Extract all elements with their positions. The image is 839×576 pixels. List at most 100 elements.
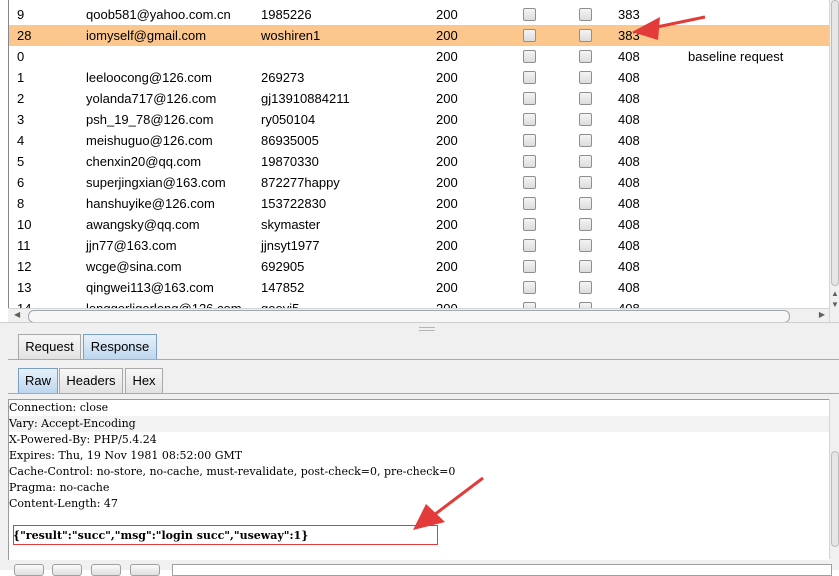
- table-row[interactable]: 11 jjn77@163.com jjnsyt1977 200 408: [9, 235, 830, 256]
- table-row[interactable]: 1 leeloocong@126.com 269273 200 408: [9, 67, 830, 88]
- table-row[interactable]: 0 200 408 baseline request: [9, 46, 830, 67]
- timeout-checkbox[interactable]: [579, 134, 592, 147]
- length-cell: 408: [618, 112, 640, 127]
- timeout-checkbox[interactable]: [579, 29, 592, 42]
- table-horizontal-scrollbar[interactable]: ◀ ▶: [8, 308, 829, 322]
- timeout-checkbox[interactable]: [579, 281, 592, 294]
- payload-2-cell: 1985226: [261, 7, 312, 22]
- tab-divider: [8, 359, 839, 360]
- length-cell: 408: [618, 91, 640, 106]
- table-row[interactable]: 2 yolanda717@126.com gj13910884211 200 408: [9, 88, 830, 109]
- timeout-checkbox[interactable]: [579, 71, 592, 84]
- row-number: 6: [17, 175, 25, 190]
- table-vertical-scrollbar[interactable]: ▲ ▼: [829, 0, 839, 322]
- timeout-checkbox[interactable]: [579, 155, 592, 168]
- timeout-checkbox[interactable]: [579, 8, 592, 21]
- row-number: 1: [17, 70, 25, 85]
- message-viewer: Request Response Raw Headers Hex Connect…: [0, 332, 839, 576]
- table-row[interactable]: 4 meishuguo@126.com 86935005 200 408: [9, 130, 830, 151]
- payload-2-cell: 269273: [261, 70, 305, 85]
- error-checkbox[interactable]: [523, 50, 536, 63]
- table-row[interactable]: 6 superjingxian@163.com 872277happy 200 408: [9, 172, 830, 193]
- table-row[interactable]: 9 qoob581@yahoo.com.cn 1985226 200 383: [9, 4, 830, 25]
- payload-1-cell: qoob581@yahoo.com.cn: [86, 7, 231, 22]
- response-scroll-thumb[interactable]: [831, 451, 839, 547]
- error-checkbox[interactable]: [523, 239, 536, 252]
- payload-2-cell: gj13910884211: [261, 91, 350, 106]
- payload-1-cell: hanshuyike@126.com: [86, 196, 215, 211]
- table-horizontal-scroll-thumb[interactable]: [28, 310, 790, 322]
- scroll-down-arrow-icon[interactable]: ▼: [830, 300, 839, 310]
- row-number: 2: [17, 91, 25, 106]
- response-line: Content-Length: 47: [9, 497, 118, 510]
- error-checkbox[interactable]: [523, 260, 536, 273]
- length-cell: 408: [618, 196, 640, 211]
- table-vertical-scroll-thumb[interactable]: [831, 0, 839, 286]
- splitter-grip-icon[interactable]: [419, 327, 435, 331]
- payload-2-cell: 86935005: [261, 133, 319, 148]
- length-cell: 408: [618, 133, 640, 148]
- payload-1-cell: iomyself@gmail.com: [86, 28, 207, 43]
- table-row[interactable]: 14longgorligorlong@126.comgooyi5200408: [9, 298, 830, 308]
- comment-cell: baseline request: [688, 49, 784, 64]
- table-row[interactable]: 3 psh_19_78@126.com ry050104 200 408: [9, 109, 830, 130]
- help-button[interactable]: [14, 564, 44, 576]
- timeout-checkbox[interactable]: [579, 92, 592, 105]
- status-cell: 200: [436, 196, 458, 211]
- error-checkbox[interactable]: [523, 8, 536, 21]
- payload-2-cell: 692905: [261, 259, 305, 274]
- tab-hex[interactable]: Hex: [125, 368, 163, 393]
- timeout-checkbox[interactable]: [579, 197, 592, 210]
- table-row[interactable]: 13 qingwei113@163.com 147852 200 408: [9, 277, 830, 298]
- add-button[interactable]: [91, 564, 121, 576]
- row-number: 28: [17, 28, 32, 43]
- error-checkbox[interactable]: [523, 29, 536, 42]
- payload-1-cell: awangsky@qq.com: [86, 217, 200, 232]
- timeout-checkbox[interactable]: [579, 239, 592, 252]
- timeout-checkbox[interactable]: [579, 113, 592, 126]
- response-line: Cache-Control: no-store, no-cache, must-…: [9, 465, 456, 478]
- tab-request[interactable]: Request: [18, 334, 81, 359]
- response-line: Vary: Accept-Encoding: [9, 416, 830, 432]
- error-checkbox[interactable]: [523, 71, 536, 84]
- subtab-divider: [8, 393, 839, 394]
- error-checkbox[interactable]: [523, 281, 536, 294]
- payload-2-cell: 872277happy: [261, 175, 340, 190]
- error-checkbox[interactable]: [523, 155, 536, 168]
- tab-response[interactable]: Response: [83, 334, 157, 359]
- error-checkbox[interactable]: [523, 92, 536, 105]
- status-cell: 200: [436, 28, 458, 43]
- payload-1-cell: leeloocong@126.com: [86, 70, 212, 85]
- table-row[interactable]: 28 iomyself@gmail.com woshiren1 200 383: [9, 25, 830, 46]
- table-row[interactable]: 12 wcge@sina.com 692905 200 408: [9, 256, 830, 277]
- table-row[interactable]: 10 awangsky@qq.com skymaster 200 408: [9, 214, 830, 235]
- row-number: 3: [17, 112, 25, 127]
- tab-raw[interactable]: Raw: [18, 368, 58, 393]
- table-row[interactable]: 8 hanshuyike@126.com 153722830 200 408: [9, 193, 830, 214]
- error-checkbox[interactable]: [523, 197, 536, 210]
- timeout-checkbox[interactable]: [579, 260, 592, 273]
- row-number: 13: [17, 280, 32, 295]
- payload-2-cell: ry050104: [261, 112, 316, 127]
- status-cell: 200: [436, 175, 458, 190]
- tab-headers[interactable]: Headers: [59, 368, 123, 393]
- response-line: Expires: Thu, 19 Nov 1981 08:52:00 GMT: [9, 449, 243, 462]
- timeout-checkbox[interactable]: [579, 176, 592, 189]
- error-checkbox[interactable]: [523, 176, 536, 189]
- response-vertical-scrollbar[interactable]: [829, 399, 839, 559]
- next-button[interactable]: [130, 564, 160, 576]
- error-checkbox[interactable]: [523, 113, 536, 126]
- scroll-right-arrow-icon[interactable]: ▶: [819, 310, 825, 319]
- previous-button[interactable]: [52, 564, 82, 576]
- row-number: 12: [17, 259, 32, 274]
- error-checkbox[interactable]: [523, 218, 536, 231]
- scroll-up-arrow-icon[interactable]: ▲: [830, 289, 839, 299]
- scroll-left-arrow-icon[interactable]: ◀: [14, 310, 20, 319]
- error-checkbox[interactable]: [523, 134, 536, 147]
- response-text-area[interactable]: Connection: close Vary: Accept-Encoding …: [8, 399, 830, 560]
- table-row[interactable]: 5 chenxin20@qq.com 19870330 200 408: [9, 151, 830, 172]
- search-input[interactable]: [172, 564, 832, 576]
- timeout-checkbox[interactable]: [579, 218, 592, 231]
- timeout-checkbox[interactable]: [579, 50, 592, 63]
- status-cell: 200: [436, 280, 458, 295]
